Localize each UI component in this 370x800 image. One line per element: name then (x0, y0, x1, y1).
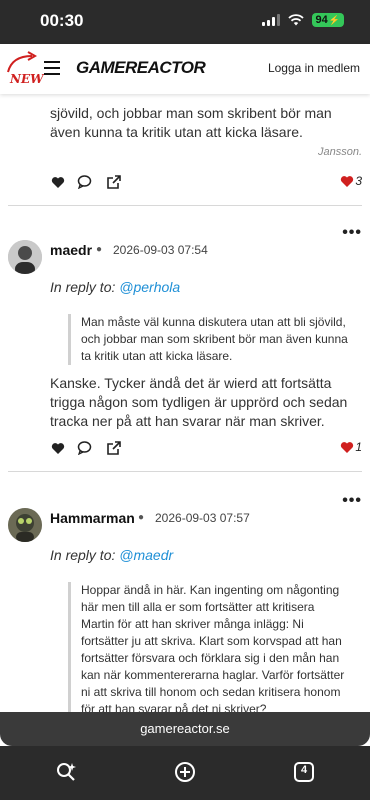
like-button[interactable] (50, 440, 66, 456)
reply-reference: In reply to: @perhola (50, 279, 180, 295)
comment-username[interactable]: Hammarman (50, 510, 135, 526)
heart-icon (51, 176, 65, 188)
search-button[interactable] (54, 760, 78, 784)
comment-username[interactable]: maedr (50, 242, 92, 258)
previous-comment-signature: Jansson. (317, 146, 362, 158)
browser-toolbar: 4 (0, 746, 370, 800)
new-badge[interactable]: NEW (4, 50, 44, 90)
more-options-icon[interactable]: ••• (342, 492, 362, 510)
comments-feed[interactable]: sjövild, och jobbar man som skribent bör… (0, 94, 370, 712)
comment-datetime: 2026-09-03 07:54 (113, 243, 208, 257)
tabs-button[interactable]: 4 (292, 760, 316, 784)
comment-datetime: 2026-09-03 07:57 (155, 511, 250, 525)
wifi-icon (287, 14, 304, 26)
signal-icon (261, 14, 280, 26)
share-button[interactable] (106, 174, 122, 190)
reply-prefix: In reply to: (50, 547, 116, 563)
heart-filled-icon (341, 175, 354, 187)
reply-reference: In reply to: @maedr (50, 547, 173, 563)
likes-counter[interactable]: 1 (340, 440, 362, 454)
avatar[interactable] (8, 508, 42, 542)
speech-bubble-icon (77, 441, 91, 455)
comment-button[interactable] (76, 440, 92, 456)
url-text[interactable]: gamereactor.se (0, 721, 370, 736)
share-button[interactable] (106, 440, 122, 456)
heart-icon (51, 442, 65, 454)
tab-count: 4 (300, 764, 308, 776)
share-icon (107, 175, 121, 189)
reply-prefix: In reply to: (50, 279, 116, 295)
avatar[interactable] (8, 240, 42, 274)
previous-comment-actions: 3 (0, 174, 370, 194)
new-label: NEW (10, 72, 44, 86)
status-icons: 94 ⚡ (261, 13, 344, 27)
plus-circle-icon (175, 762, 195, 782)
comment-actions: 1 (0, 440, 370, 460)
reply-mention-link[interactable]: @perhola (119, 279, 180, 295)
battery-icon: 94 ⚡ (311, 13, 344, 27)
status-bar: 00:30 94 ⚡ (0, 0, 370, 44)
login-link[interactable]: Logga in medlem (268, 61, 360, 75)
separator-dot: ● (138, 512, 145, 523)
comment-divider (8, 205, 362, 206)
search-sparkle-icon (57, 763, 76, 781)
status-time: 00:30 (40, 11, 84, 30)
comment-divider (8, 471, 362, 472)
likes-count: 3 (355, 174, 362, 188)
quoted-text: Hoppar ändå in här. Kan ingenting om någ… (68, 582, 348, 712)
reply-mention-link[interactable]: @maedr (119, 547, 173, 563)
browser-url-bar[interactable]: gamereactor.se (0, 712, 370, 746)
share-icon (107, 441, 121, 455)
heart-filled-icon (341, 441, 354, 453)
previous-comment-text: sjövild, och jobbar man som skribent bör… (50, 105, 332, 140)
comment-body: Kanske. Tycker ändå det är wierd att for… (50, 375, 348, 429)
speech-bubble-icon (77, 175, 91, 189)
new-tab-button[interactable] (173, 760, 197, 784)
likes-count: 1 (355, 440, 362, 454)
red-arrow-icon (7, 51, 38, 73)
quoted-text: Man måste väl kunna diskutera utan att b… (68, 314, 348, 365)
comment-button[interactable] (76, 174, 92, 190)
separator-dot: ● (96, 244, 103, 255)
menu-icon[interactable] (44, 61, 60, 75)
likes-counter[interactable]: 3 (340, 174, 362, 188)
like-button[interactable] (50, 174, 66, 190)
site-logo[interactable]: GAMEREACTOR (76, 58, 206, 78)
battery-level: 94 (315, 14, 328, 26)
more-options-icon[interactable]: ••• (342, 224, 362, 242)
site-header: NEW GAMEREACTOR Logga in medlem (0, 44, 370, 94)
